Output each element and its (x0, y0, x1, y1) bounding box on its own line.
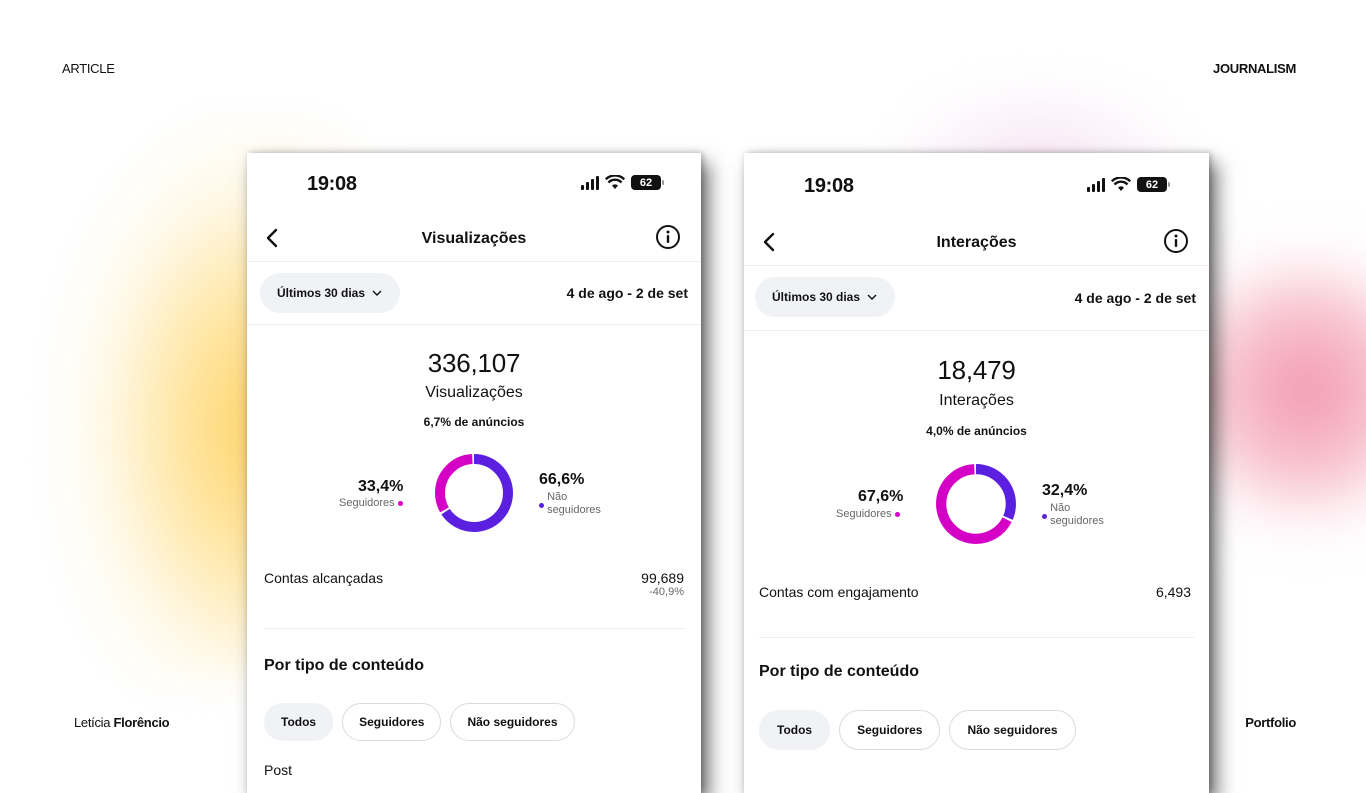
followers-legend: Seguidores (836, 508, 900, 521)
info-icon[interactable] (655, 224, 681, 250)
total-views-label: Visualizações (425, 384, 523, 401)
accounts-reached-value: 99,689 (641, 570, 684, 586)
accounts-reached-label: Contas alcançadas (264, 570, 384, 586)
non-followers-dot (539, 503, 544, 508)
filter-all-chip[interactable]: Todos (264, 703, 334, 741)
battery-icon: 62 (631, 175, 664, 190)
non-followers-label-2: seguidores (547, 504, 601, 516)
battery-icon: 62 (1137, 177, 1170, 192)
non-followers-percent: 66,6% (539, 471, 585, 488)
status-time: 19:08 (804, 175, 854, 197)
date-range-label: Últimos 30 dias (772, 290, 861, 304)
followers-legend: Seguidores (339, 497, 403, 510)
portfolio-label: Portfolio (1245, 715, 1296, 730)
filter-followers-chip[interactable]: Seguidores (342, 703, 442, 741)
engaged-accounts-label: Contas com engajamento (759, 584, 919, 600)
non-followers-label-2: seguidores (1050, 515, 1104, 527)
non-followers-label: Não (547, 491, 568, 503)
non-followers-legend: Não seguidores (1042, 502, 1104, 528)
author-first-name: Letícia (74, 715, 111, 730)
followers-donut-chart (936, 464, 1016, 544)
date-range-label: Últimos 30 dias (277, 286, 366, 300)
non-followers-legend: Não seguidores (539, 491, 601, 517)
status-time: 19:08 (307, 173, 357, 195)
accounts-reached-change: -40,9% (649, 586, 684, 598)
cellular-signal-icon (581, 175, 599, 190)
author-name: Letícia Florêncio (74, 715, 170, 730)
followers-percent: 33,4% (358, 478, 404, 495)
filter-non-followers-chip[interactable]: Não seguidores (450, 703, 575, 741)
filter-followers-chip[interactable]: Seguidores (839, 710, 941, 750)
divider (247, 324, 701, 325)
total-views: 336,107 (427, 348, 521, 378)
non-followers-dot (1042, 514, 1047, 519)
post-label: Post (264, 762, 293, 778)
divider (759, 637, 1194, 638)
phone-interactions-screen: 19:08 62 Interações Últimos 30 dias 4 de… (744, 153, 1209, 793)
followers-dot (894, 511, 900, 517)
followers-donut-chart (435, 454, 513, 532)
filter-all-chip[interactable]: Todos (759, 710, 831, 750)
divider (744, 330, 1209, 331)
non-followers-percent: 32,4% (1042, 482, 1088, 499)
ads-share: 6,7% de anúncios (423, 415, 525, 429)
divider (264, 628, 684, 629)
date-range-dropdown[interactable]: Últimos 30 dias (260, 273, 401, 313)
engaged-accounts-value: 6,493 (1155, 584, 1191, 600)
followers-label: Seguidores (836, 508, 892, 520)
chevron-down-icon (867, 294, 877, 300)
status-bar: 19:08 62 (744, 153, 1209, 213)
nav-bar: Interações (744, 222, 1209, 266)
page-title: Visualizações (421, 230, 527, 247)
content-type-filters: Todos Seguidores Não seguidores (264, 703, 575, 741)
wifi-icon (605, 175, 625, 189)
followers-dot (397, 500, 403, 506)
followers-label: Seguidores (339, 497, 395, 509)
date-range-dates: 4 de ago - 2 de set (1074, 290, 1196, 306)
author-last-name: Florêncio (113, 715, 170, 730)
cellular-signal-icon (1087, 177, 1105, 192)
filter-non-followers-chip[interactable]: Não seguidores (949, 710, 1076, 750)
non-followers-label: Não (1050, 502, 1071, 514)
phone-views-screen: 19:08 62 Visualizações Últimos 30 dias 4… (247, 153, 701, 793)
wifi-icon (1111, 177, 1131, 191)
total-interactions: 18,479 (937, 355, 1016, 385)
page-title: Interações (936, 234, 1017, 251)
followers-percent: 67,6% (858, 488, 904, 505)
content-type-filters: Todos Seguidores Não seguidores (759, 710, 1076, 750)
date-range-dropdown[interactable]: Últimos 30 dias (755, 277, 896, 317)
ads-share: 4,0% de anúncios (926, 424, 1027, 438)
divider (247, 261, 701, 262)
total-interactions-label: Interações (939, 392, 1014, 409)
chevron-down-icon (372, 290, 382, 296)
date-range-dates: 4 de ago - 2 de set (566, 285, 688, 301)
info-icon[interactable] (1163, 228, 1189, 254)
journalism-label: JOURNALISM (1213, 61, 1296, 76)
status-bar: 19:08 62 (247, 153, 701, 213)
article-label: ARTICLE (62, 61, 115, 76)
content-type-heading: Por tipo de conteúdo (264, 657, 424, 674)
divider (744, 265, 1209, 266)
content-type-heading: Por tipo de conteúdo (759, 663, 919, 680)
nav-bar: Visualizações (247, 218, 701, 262)
